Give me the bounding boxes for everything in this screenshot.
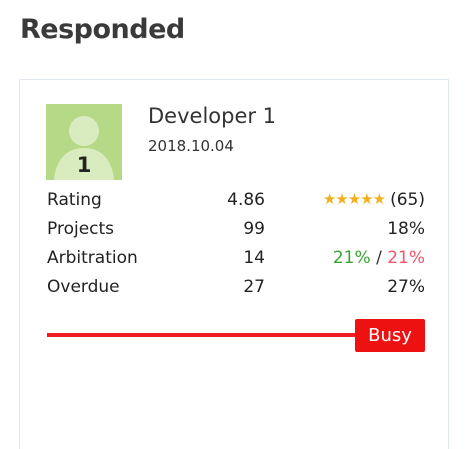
- projects-percent: 18%: [387, 219, 425, 239]
- arbitration-percents: 21% / 21%: [333, 248, 425, 268]
- projects-row: Projects 99 18%: [47, 219, 425, 245]
- overdue-percent: 27%: [387, 277, 425, 297]
- developer-card: 1 Developer 1 2018.10.04 Rating 4.86 ★★★…: [19, 79, 449, 449]
- arbitration-separator: /: [376, 248, 382, 268]
- arbitration-row: Arbitration 14 21% / 21%: [47, 248, 425, 274]
- developer-name[interactable]: Developer 1: [148, 104, 276, 128]
- arbitration-value: 14: [243, 248, 265, 268]
- status-badge: Busy: [355, 319, 425, 352]
- rating-row: Rating 4.86 ★★★★★ (65): [47, 190, 425, 216]
- projects-label: Projects: [47, 219, 115, 239]
- arbitration-percent-good: 21%: [332, 248, 371, 268]
- status-line: [47, 333, 357, 337]
- developer-date: 2018.10.04: [148, 137, 234, 155]
- section-title: Responded: [20, 14, 185, 45]
- rating-reviews-count[interactable]: (65): [390, 190, 425, 210]
- overdue-label: Overdue: [47, 277, 120, 297]
- rating-stars-icon: ★★★★★: [322, 190, 386, 208]
- rating-value: 4.86: [227, 190, 265, 210]
- arbitration-label: Arbitration: [47, 248, 138, 268]
- rating-label: Rating: [47, 190, 102, 210]
- overdue-value: 27: [243, 277, 265, 297]
- projects-value: 99: [243, 219, 265, 239]
- overdue-row: Overdue 27 27%: [47, 277, 425, 303]
- avatar[interactable]: 1: [46, 104, 122, 180]
- rating-extra: ★★★★★ (65): [323, 190, 425, 210]
- avatar-number: 1: [76, 153, 92, 177]
- arbitration-percent-bad: 21%: [387, 248, 425, 268]
